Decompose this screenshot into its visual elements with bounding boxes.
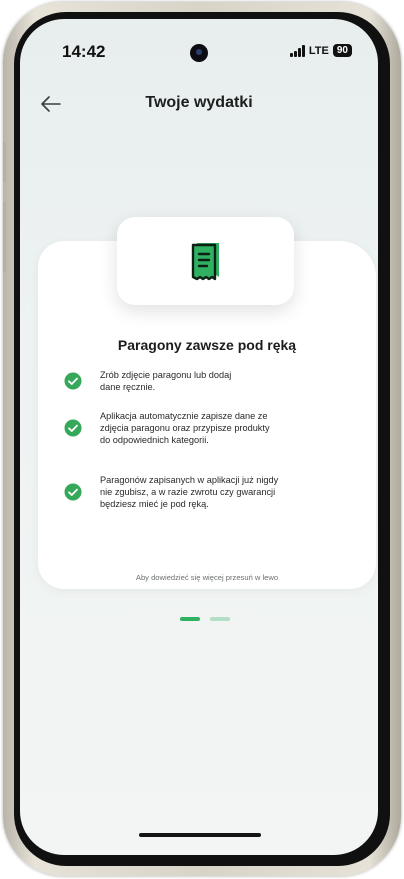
feature-text: Aplikacja automatycznie zapisze dane ze …	[100, 411, 270, 445]
home-indicator[interactable]	[139, 833, 261, 837]
signal-icon	[289, 44, 305, 57]
receipt-icon	[191, 243, 219, 281]
network-type: LTE	[308, 44, 329, 57]
feature-text: Zrób zdjęcie paragonu lub dodaj dane ręc…	[100, 370, 232, 392]
phone-side-button	[3, 142, 6, 182]
feature-item: Aplikacja automatycznie zapisze dane ze …	[64, 410, 354, 446]
battery-icon: 90	[332, 44, 352, 57]
front-camera	[190, 44, 208, 62]
check-circle-icon	[64, 483, 82, 501]
receipt-icon-tile	[117, 217, 294, 305]
page-dot[interactable]	[210, 617, 230, 621]
phone-side-button	[3, 202, 6, 272]
feature-text: Paragonów zapisanych w aplikacji już nig…	[100, 475, 279, 509]
card-title: Paragony zawsze pod ręką	[117, 337, 297, 353]
app-screen: 14:42 LTE 90 Twoje wydatki Paragony zaws…	[20, 19, 378, 855]
page-title: Twoje wydatki	[145, 94, 253, 111]
feature-item: Zrób zdjęcie paragonu lub dodaj dane ręc…	[64, 369, 354, 393]
status-indicators: LTE 90	[289, 44, 352, 57]
status-bar: 14:42 LTE 90	[20, 19, 378, 79]
app-header: Twoje wydatki	[20, 79, 378, 129]
page-indicator	[180, 617, 230, 621]
feature-item: Paragonów zapisanych w aplikacji już nig…	[64, 474, 354, 510]
swipe-hint: Aby dowiedzieć się więcej przesuń w lewo	[135, 573, 279, 582]
page-dot-active[interactable]	[180, 617, 200, 621]
check-circle-icon	[64, 419, 82, 437]
status-time: 14:42	[62, 42, 106, 61]
check-circle-icon	[64, 372, 82, 390]
